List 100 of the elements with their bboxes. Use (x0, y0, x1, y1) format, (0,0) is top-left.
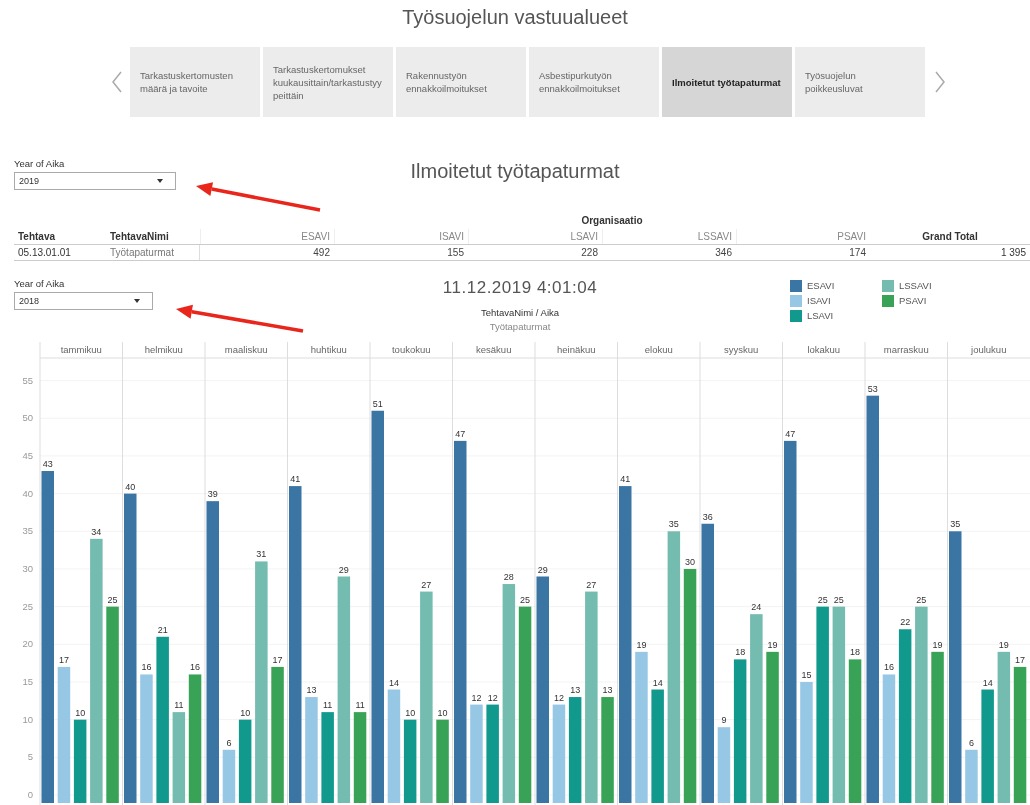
legend-label: PSAVI (899, 295, 927, 306)
axis-tick-label: 55 (22, 374, 33, 386)
bar-value-label: 6 (968, 737, 974, 748)
bar-value-label: 21 (157, 624, 168, 635)
chart-subheader: Työtapaturmat (489, 321, 551, 332)
axis-tick-label: 50 (22, 412, 33, 424)
bar-value-label: 25 (817, 594, 828, 605)
month-header: huhtikuu (310, 344, 347, 355)
bar-value-label: 9 (721, 715, 727, 726)
legend-label: ESAVI (807, 280, 835, 291)
axis-tick-label: 10 (22, 713, 33, 725)
axis-tick-label: 15 (22, 676, 33, 687)
bar-value-label: 14 (982, 677, 993, 688)
bar-value-label: 43 (42, 459, 53, 469)
month-header: marraskuu (883, 344, 929, 355)
bar-value-label: 13 (306, 685, 317, 696)
bar-value-label: 10 (240, 707, 251, 718)
month-header: syyskuu (724, 344, 759, 355)
bar-value-label: 34 (91, 526, 102, 537)
axis-tick-label: 40 (22, 487, 33, 499)
tab[interactable]: Rakennustyön ennakkoilmoitukset (396, 47, 526, 117)
bar-value-label: 31 (256, 549, 267, 560)
tab[interactable]: Tarkastuskertomukset kuukausittain/tarkastustyypeittäin (263, 47, 393, 117)
year-dropdown[interactable]: 2019 (14, 172, 176, 190)
sheet-title: Ilmoitetut työtapaturmat (410, 160, 620, 182)
bar-value-label: 12 (471, 692, 482, 703)
bar (965, 749, 978, 803)
tab[interactable]: Ilmoitetut työtapaturmat (662, 47, 792, 117)
filter-label: Year of Aika (14, 158, 66, 169)
bar-value-label: 47 (455, 428, 466, 439)
bar-value-label: 19 (636, 639, 647, 650)
bar-value-label: 53 (867, 383, 878, 394)
bar-value-label: 13 (602, 685, 613, 696)
year-dropdown[interactable]: 2018 (14, 292, 153, 310)
bar-value-label: 11 (174, 700, 184, 711)
bar-value-label: 47 (785, 428, 796, 439)
bar-value-label: 39 (207, 489, 218, 500)
bar-value-label: 41 (290, 474, 301, 485)
month-header: lokakuu (807, 344, 841, 355)
tab[interactable]: Työsuojelun poikkeusluvat (795, 47, 925, 117)
axis-tick-label: 35 (22, 525, 33, 537)
dashboard-title: Työsuojelun vastuualueet (402, 6, 628, 28)
filter-label: Year of Aika (14, 278, 66, 289)
legend-label: ISAVI (807, 295, 831, 306)
bar-value-label: 35 (668, 519, 679, 530)
column-header: PSAVI (736, 229, 870, 244)
bar-value-label: 36 (702, 511, 713, 522)
bar-value-label: 15 (801, 670, 812, 680)
bar-value-label: 30 (685, 556, 696, 567)
bar-value-label: 12 (553, 692, 564, 703)
bar-value-label: 17 (58, 654, 69, 665)
column-header: Grand Total (921, 230, 979, 244)
axis-tick-label: 5 (27, 751, 33, 763)
caret-icon (157, 179, 163, 183)
bar-value-label: 25 (916, 594, 927, 605)
axis-tick-label: 30 (22, 562, 33, 574)
table-cell-text: 155 (446, 246, 465, 260)
bar-value-label: 6 (226, 737, 232, 748)
axis-tick-label: 20 (22, 638, 33, 650)
bar-value-label: 17 (272, 654, 283, 665)
column-header: LSAVI (468, 229, 602, 244)
bar-value-label: 25 (107, 594, 118, 605)
bar-value-label: 25 (833, 594, 844, 605)
month-header: maaliskuu (224, 344, 268, 355)
bar-value-label: 16 (141, 662, 152, 673)
month-header: helmikuu (144, 344, 183, 355)
bar-value-label: 12 (487, 692, 498, 703)
bar-value-label: 35 (950, 519, 961, 530)
table-cell-text: 05.13.01.01 (17, 246, 72, 260)
axis-tick-label: 45 (22, 449, 33, 461)
bar-value-label: 19 (932, 639, 943, 650)
legend-label: LSAVI (807, 310, 834, 321)
table-cell-text: 1 395 (999, 246, 1027, 260)
column-header: TehtavaNimi (109, 230, 170, 244)
bar-value-label: 18 (850, 647, 861, 658)
table-cell-text: 346 (714, 246, 733, 260)
legend-label: LSSAVI (899, 280, 932, 291)
bar-value-label: 22 (900, 617, 911, 628)
axis-tick-label: 0 (27, 789, 33, 800)
bar-value-label: 25 (520, 594, 531, 605)
bar-value-label: 14 (388, 677, 399, 688)
tab[interactable]: Tarkastuskertomusten määrä ja tavoite (130, 47, 260, 117)
timestamp: 11.12.2019 4:01:04 (442, 278, 598, 298)
column-header: LSSAVI (602, 229, 736, 244)
bar (222, 749, 236, 803)
axis-tick-label: 25 (22, 600, 33, 612)
column-header: Tehtava (17, 230, 57, 244)
month-header: toukokuu (391, 344, 431, 355)
tab[interactable]: Asbestipurkutyön ennakkoilmoitukset (529, 47, 659, 117)
bar-value-label: 14 (652, 677, 663, 688)
table-cell-text: 174 (848, 246, 867, 260)
bar-value-label: 10 (405, 707, 416, 718)
bar-value-label: 51 (372, 398, 383, 409)
column-header: ISAVI (334, 229, 468, 244)
month-header: tammikuu (60, 344, 102, 355)
group-header: Organisaatio (581, 215, 643, 226)
bar-value-label: 24 (751, 602, 762, 613)
bar-value-label: 19 (767, 639, 778, 650)
month-header: heinäkuu (556, 344, 596, 355)
bar-value-label: 16 (883, 662, 894, 673)
